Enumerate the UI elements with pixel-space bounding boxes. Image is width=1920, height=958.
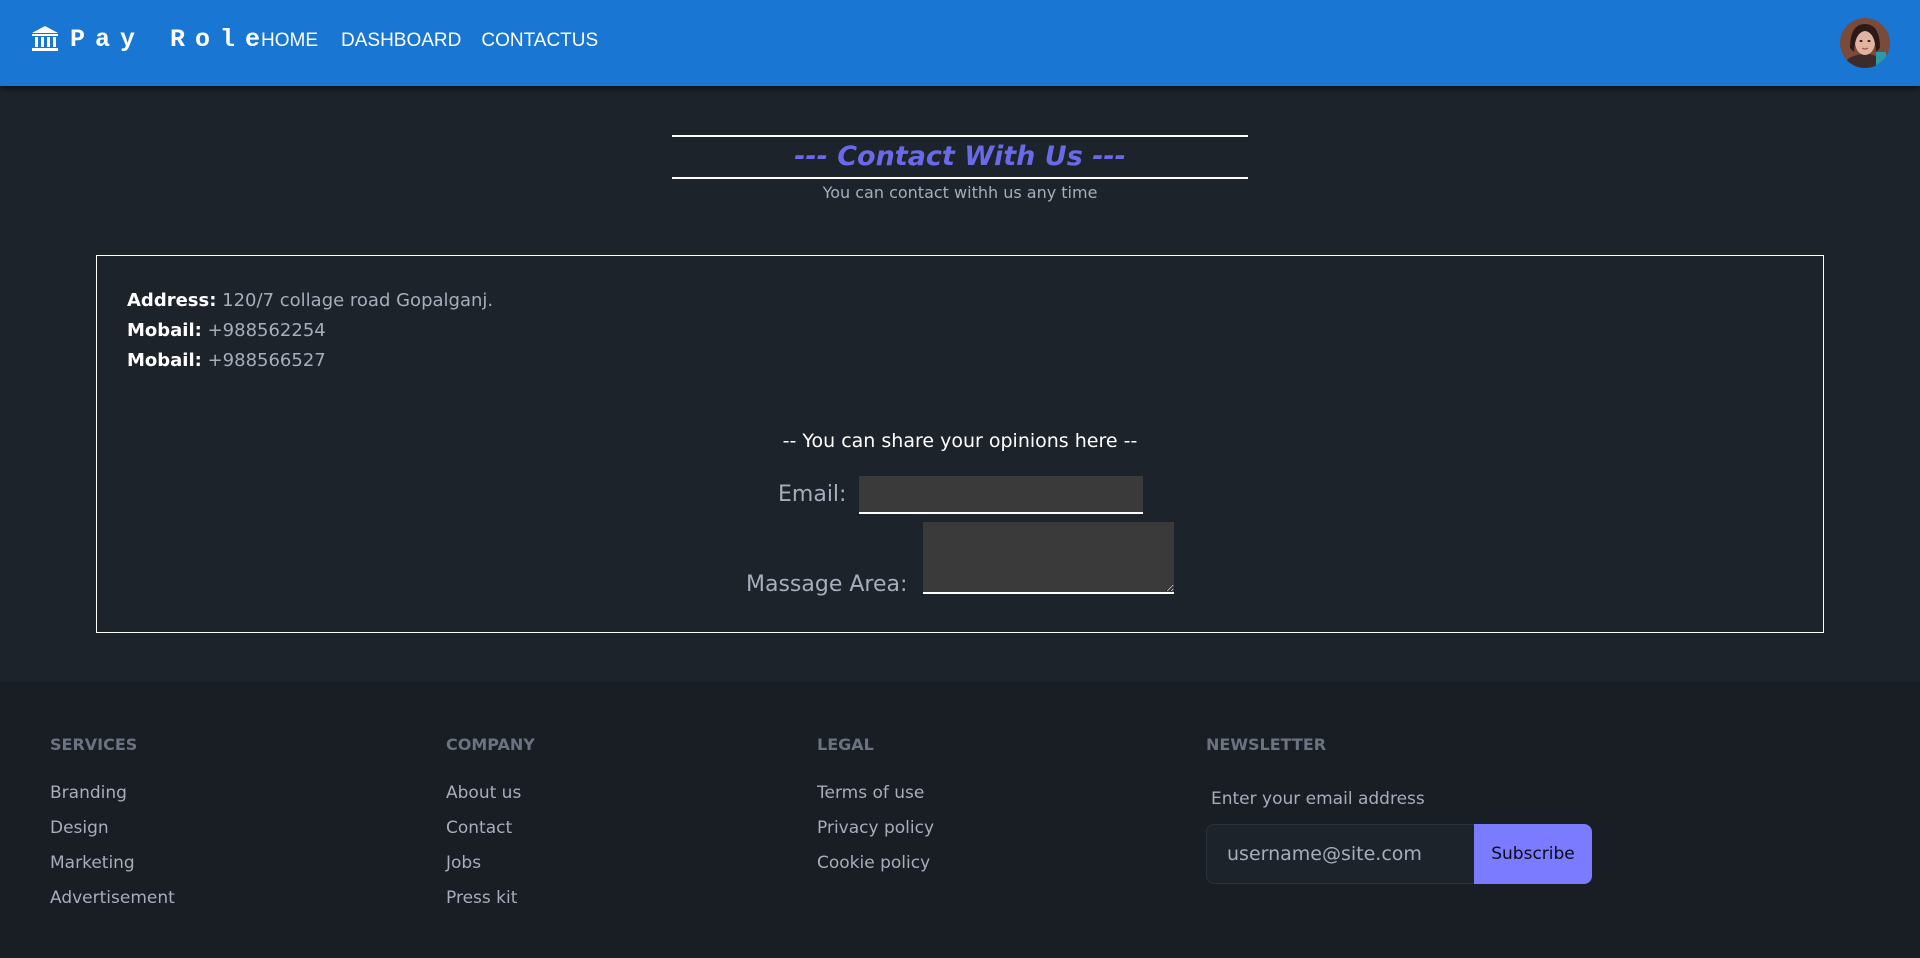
footer-link-jobs[interactable]: Jobs bbox=[446, 850, 535, 876]
nav-dashboard-link[interactable]: DASHBOARD bbox=[341, 30, 461, 52]
mobile-value-1: +988562254 bbox=[207, 320, 326, 341]
footer-company: COMPANY About us Contact Jobs Press kit bbox=[446, 735, 535, 911]
opinion-form-title: -- You can share your opinions here -- bbox=[782, 430, 1138, 452]
footer-legal: LEGAL Terms of use Privacy policy Cookie… bbox=[817, 735, 934, 876]
footer-company-title: COMPANY bbox=[446, 735, 535, 754]
message-label: Massage Area: bbox=[746, 572, 908, 597]
top-navbar: Pay Role HOME DASHBOARD CONTACTUS bbox=[0, 0, 1920, 86]
email-input[interactable] bbox=[859, 476, 1143, 514]
footer-link-cookie[interactable]: Cookie policy bbox=[817, 850, 934, 876]
brand[interactable]: Pay Role bbox=[30, 24, 270, 54]
newsletter-email-input[interactable] bbox=[1206, 824, 1474, 884]
mobile-label-2: Mobail: bbox=[127, 350, 202, 371]
footer-link-privacy[interactable]: Privacy policy bbox=[817, 815, 934, 841]
footer-link-advertisement[interactable]: Advertisement bbox=[50, 885, 175, 911]
footer-newsletter: NEWSLETTER Enter your email address Subs… bbox=[1206, 735, 1606, 895]
footer-link-marketing[interactable]: Marketing bbox=[50, 850, 175, 876]
address-value: 120/7 collage road Gopalganj. bbox=[222, 290, 494, 311]
nav-contactus-link[interactable]: CONTACTUS bbox=[481, 30, 598, 52]
mobile-value-2: +988566527 bbox=[207, 350, 326, 371]
footer-link-terms[interactable]: Terms of use bbox=[817, 780, 934, 806]
footer-newsletter-title: NEWSLETTER bbox=[1206, 735, 1327, 754]
page-title: --- Contact With Us --- bbox=[794, 141, 1126, 172]
footer-legal-title: LEGAL bbox=[817, 735, 874, 754]
contact-box: Address: 120/7 collage road Gopalganj. M… bbox=[96, 255, 1824, 633]
mobile-line-2: Mobail: +988566527 bbox=[127, 350, 326, 371]
heading-bottom-rule bbox=[672, 177, 1248, 179]
newsletter-label: Enter your email address bbox=[1211, 789, 1425, 809]
footer-link-about-us[interactable]: About us bbox=[446, 780, 535, 806]
address-line: Address: 120/7 collage road Gopalganj. bbox=[127, 290, 493, 311]
message-textarea[interactable] bbox=[923, 522, 1174, 594]
footer-link-branding[interactable]: Branding bbox=[50, 780, 175, 806]
page-subtitle: You can contact withh us any time bbox=[822, 183, 1098, 202]
subscribe-button[interactable]: Subscribe bbox=[1474, 824, 1592, 884]
footer-services: SERVICES Branding Design Marketing Adver… bbox=[50, 735, 175, 911]
site-footer: SERVICES Branding Design Marketing Adver… bbox=[0, 682, 1920, 958]
footer-link-design[interactable]: Design bbox=[50, 815, 175, 841]
footer-link-press-kit[interactable]: Press kit bbox=[446, 885, 535, 911]
footer-link-contact[interactable]: Contact bbox=[446, 815, 535, 841]
nav-home-link[interactable]: HOME bbox=[261, 30, 318, 52]
footer-services-title: SERVICES bbox=[50, 735, 138, 754]
bank-icon bbox=[32, 26, 58, 51]
contact-heading-block: --- Contact With Us --- bbox=[672, 135, 1248, 179]
mobile-line-1: Mobail: +988562254 bbox=[127, 320, 326, 341]
brand-name: Pay Role bbox=[70, 24, 271, 54]
user-avatar[interactable] bbox=[1840, 18, 1890, 68]
avatar-image bbox=[1840, 18, 1890, 68]
email-label: Email: bbox=[778, 482, 847, 507]
address-label: Address: bbox=[127, 290, 217, 311]
nav-links: HOME DASHBOARD CONTACTUS bbox=[261, 30, 621, 52]
mobile-label-1: Mobail: bbox=[127, 320, 202, 341]
